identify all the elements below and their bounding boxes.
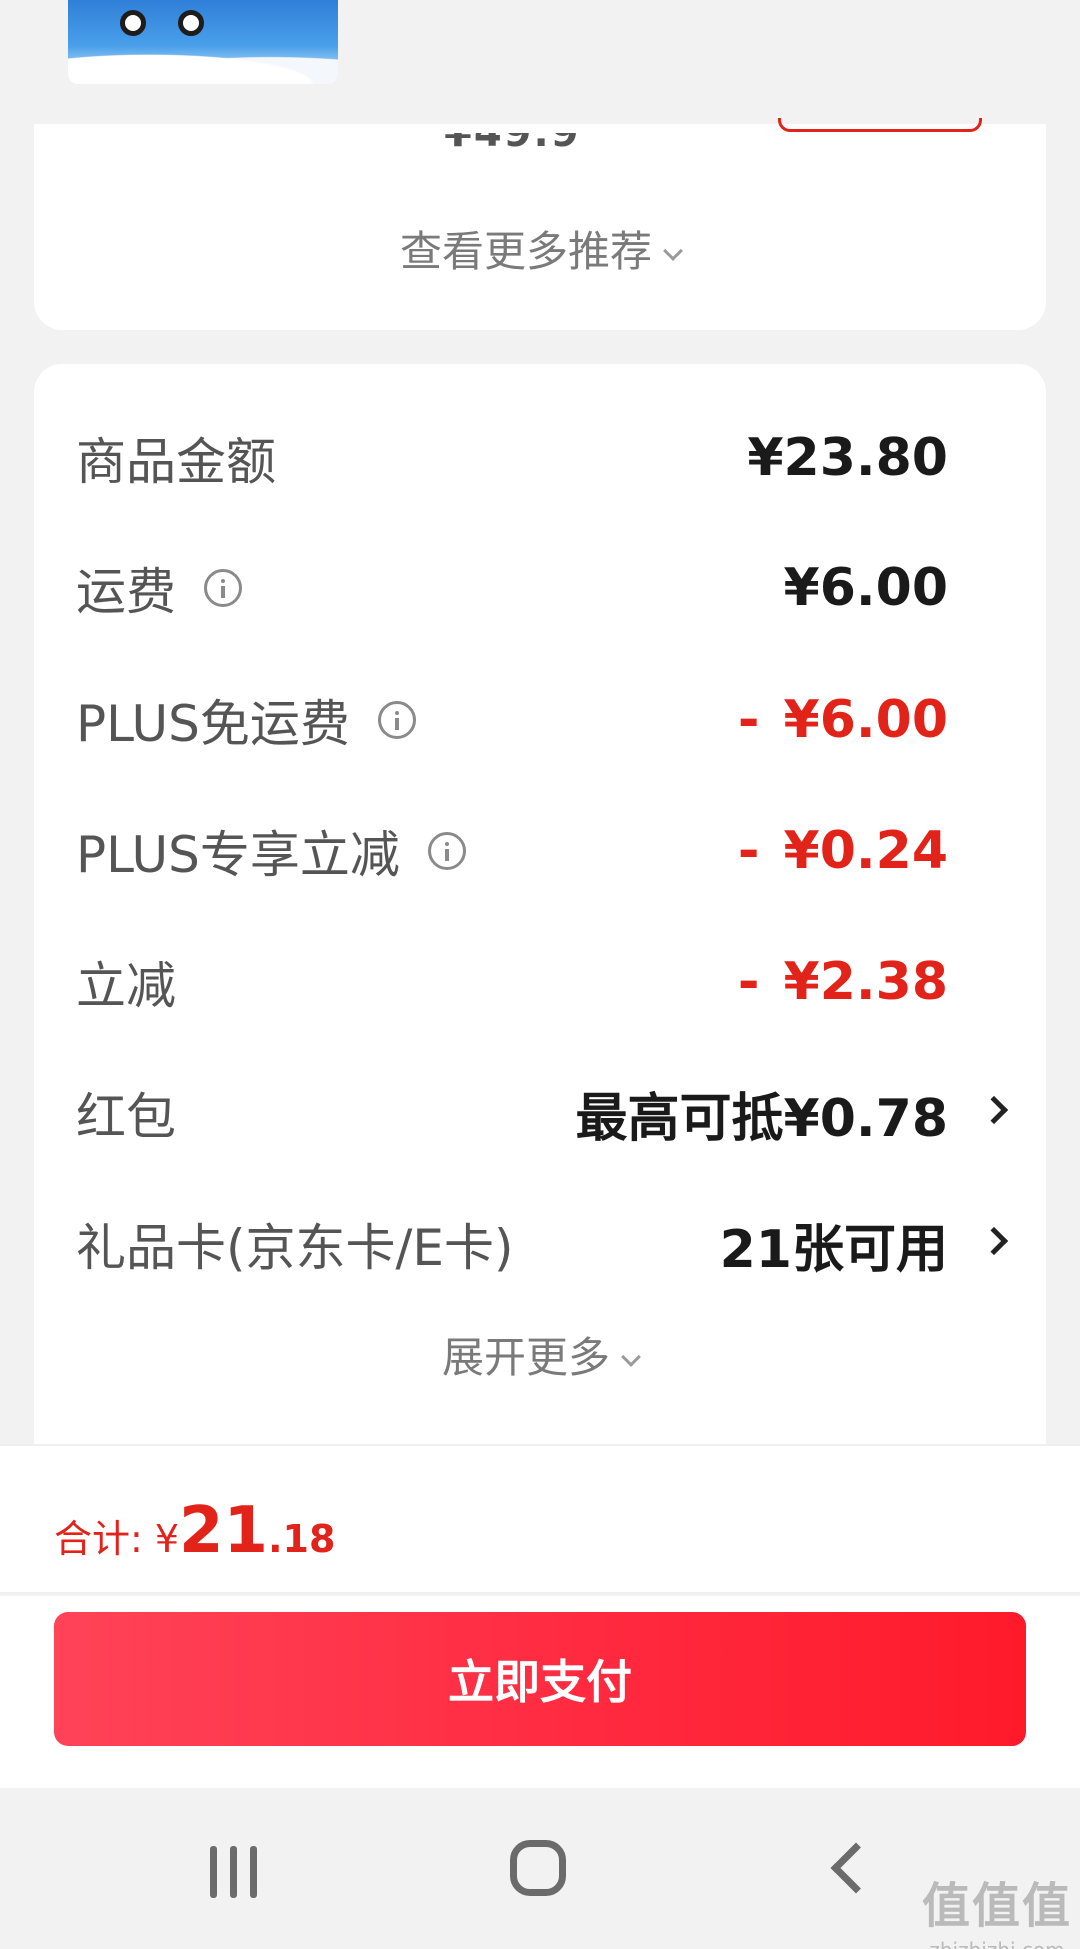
minus-sign: -	[737, 952, 760, 1012]
plus-exclusive-discount-value: - ¥0.24	[738, 821, 948, 881]
watermark: 值值值 zhizhizhi.com	[922, 1866, 1072, 1949]
plus-free-shipping-value: - ¥6.00	[738, 690, 948, 750]
goods-amount-value: ¥23.80	[747, 428, 948, 488]
discount-amount: ¥6.00	[783, 690, 948, 750]
watermark-url: zhizhizhi.com	[922, 1938, 1072, 1949]
discount-amount: ¥2.38	[783, 952, 948, 1012]
gift-card-value: 21张可用	[719, 1219, 948, 1280]
recommendation-add-button[interactable]	[778, 118, 982, 132]
row-shipping-fee: 运费 ¥6.00	[76, 548, 1004, 628]
discount-amount: ¥0.24	[783, 821, 948, 881]
total-label: 合计:	[54, 1517, 143, 1561]
row-label: 商品金额	[76, 433, 276, 491]
milk-splash-graphic	[68, 50, 338, 84]
view-more-label: 查看更多推荐	[399, 227, 652, 276]
minus-sign: -	[737, 690, 760, 750]
row-plus-exclusive-discount: PLUS专享立减 - ¥0.24	[76, 811, 1004, 891]
chevron-down-icon	[621, 1347, 641, 1367]
total-bar: 合计: ¥21.18	[0, 1444, 1080, 1594]
system-nav-bar: 值值值 zhizhizhi.com	[0, 1788, 1080, 1949]
total-integer: 21	[179, 1494, 269, 1568]
row-label: PLUS专享立减	[76, 826, 400, 884]
watermark-logo: 值值值	[921, 1878, 1072, 1934]
row-label: 立减	[76, 957, 176, 1015]
back-icon[interactable]	[830, 1842, 882, 1894]
chevron-right-icon	[979, 1095, 1009, 1125]
pay-area: 立即支付	[0, 1596, 1080, 1788]
chevron-right-icon	[979, 1226, 1009, 1256]
total-currency: ¥	[154, 1517, 179, 1561]
recents-icon[interactable]	[210, 1846, 258, 1898]
chevron-down-icon	[663, 241, 683, 261]
row-label: 礼品卡(京东卡/E卡)	[76, 1219, 514, 1277]
order-total: 合计: ¥21.18	[54, 1494, 335, 1568]
row-instant-discount: 立减 - ¥2.38	[76, 942, 1004, 1022]
row-gift-card[interactable]: 礼品卡(京东卡/E卡) 21张可用	[76, 1204, 1009, 1284]
expand-more-link[interactable]: 展开更多	[34, 1324, 1046, 1385]
home-icon[interactable]	[510, 1840, 566, 1896]
panda-graphic	[178, 10, 204, 36]
product-thumbnail-image[interactable]	[68, 0, 338, 84]
minus-sign: -	[737, 821, 760, 881]
info-icon[interactable]	[204, 569, 242, 607]
view-more-recommendations-link[interactable]: 查看更多推荐	[34, 218, 1046, 279]
instant-discount-value: - ¥2.38	[738, 952, 948, 1012]
info-icon[interactable]	[377, 701, 416, 739]
row-red-packet[interactable]: 红包 最高可抵¥0.78	[76, 1073, 1009, 1153]
row-plus-free-shipping: PLUS免运费 - ¥6.00	[76, 680, 1004, 760]
shipping-fee-value: ¥6.00	[783, 558, 948, 618]
row-label: 红包	[76, 1088, 176, 1146]
total-decimal: .18	[268, 1517, 336, 1561]
red-packet-value: 最高可抵¥0.78	[575, 1088, 948, 1149]
info-icon[interactable]	[427, 832, 466, 870]
price-detail-card: 商品金额 ¥23.80 运费 ¥6.00 PLUS免运费 - ¥6.00 PLUS…	[34, 364, 1046, 1444]
recommendation-card: ¥49.9 查看更多推荐	[34, 118, 1046, 330]
pay-now-button[interactable]: 立即支付	[54, 1612, 1026, 1746]
row-label: PLUS免运费	[76, 695, 350, 753]
row-label: 运费	[76, 563, 176, 621]
panda-graphic	[120, 10, 146, 36]
row-goods-amount: 商品金额 ¥23.80	[76, 418, 1004, 498]
expand-more-label: 展开更多	[441, 1333, 610, 1382]
recommendation-price: ¥49.9	[444, 110, 581, 156]
